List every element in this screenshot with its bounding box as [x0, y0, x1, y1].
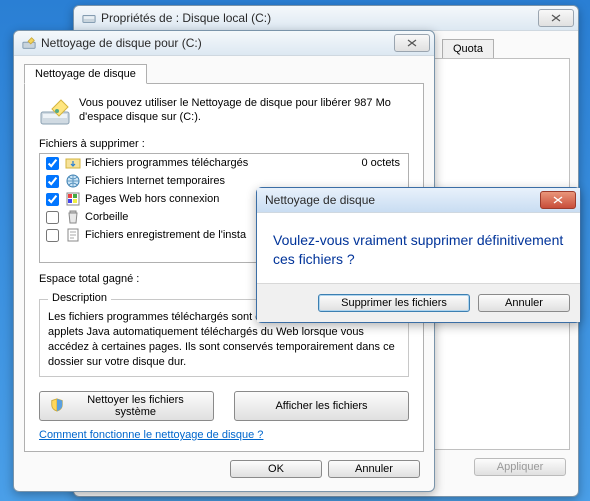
clean-system-files-button[interactable]: Nettoyer les fichiers système	[39, 391, 214, 421]
checkbox[interactable]	[46, 157, 59, 170]
drive-icon	[82, 11, 96, 25]
recycle-bin-icon	[65, 209, 81, 225]
cancel-button[interactable]: Annuler	[328, 460, 420, 478]
apply-button: Appliquer	[474, 458, 566, 476]
checkbox[interactable]	[46, 229, 59, 242]
checkbox[interactable]	[46, 193, 59, 206]
web-page-icon	[65, 191, 81, 207]
shield-icon	[50, 398, 64, 415]
cleanup-titlebar[interactable]: Nettoyage de disque pour (C:)	[14, 31, 434, 56]
properties-title: Propriétés de : Disque local (C:)	[101, 11, 538, 25]
globe-icon	[65, 173, 81, 189]
properties-titlebar[interactable]: Propriétés de : Disque local (C:)	[74, 6, 578, 31]
file-icon	[65, 227, 81, 243]
cleanup-title: Nettoyage de disque pour (C:)	[41, 36, 394, 50]
how-link[interactable]: Comment fonctionne le nettoyage de disqu…	[39, 429, 263, 441]
description-label: Description	[48, 292, 111, 304]
confirm-titlebar[interactable]: Nettoyage de disque	[257, 188, 580, 213]
ok-button[interactable]: OK	[230, 460, 322, 478]
close-icon[interactable]	[394, 34, 430, 52]
tab-disk-cleanup[interactable]: Nettoyage de disque	[24, 64, 147, 84]
confirm-title: Nettoyage de disque	[265, 193, 540, 207]
cancel-button[interactable]: Annuler	[478, 294, 570, 312]
confirm-dialog: Nettoyage de disque Voulez-vous vraiment…	[256, 187, 581, 323]
tab-quota[interactable]: Quota	[442, 39, 494, 58]
files-to-delete-label: Fichiers à supprimer :	[39, 138, 409, 150]
confirm-message: Voulez-vous vraiment supprimer définitiv…	[273, 231, 564, 269]
close-icon[interactable]	[540, 191, 576, 209]
list-item: Fichiers programmes téléchargés 0 octets	[40, 154, 408, 172]
cleanup-info-text: Vous pouvez utiliser le Nettoyage de dis…	[79, 96, 409, 125]
cleanup-icon	[22, 36, 36, 50]
checkbox[interactable]	[46, 211, 59, 224]
folder-down-icon	[65, 155, 81, 171]
checkbox[interactable]	[46, 175, 59, 188]
close-icon[interactable]	[538, 9, 574, 27]
view-files-button[interactable]: Afficher les fichiers	[234, 391, 409, 421]
delete-files-button[interactable]: Supprimer les fichiers	[318, 294, 470, 312]
drive-cleanup-icon	[39, 96, 71, 128]
